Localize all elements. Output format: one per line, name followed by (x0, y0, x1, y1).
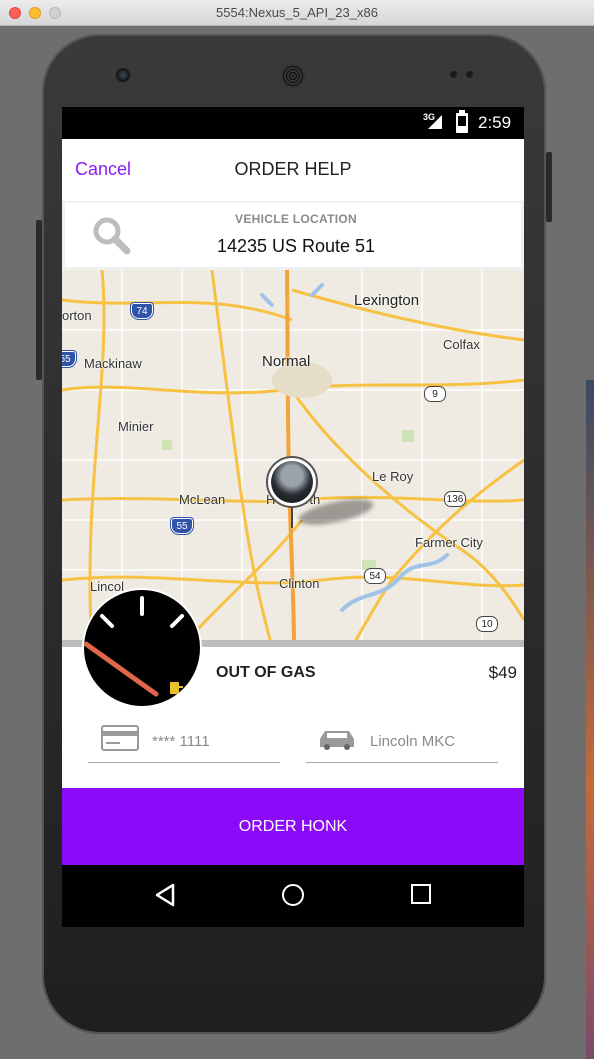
map-place-colfax: Colfax (443, 337, 480, 352)
proximity-sensor (450, 71, 457, 78)
map-place-mclean: McLean (179, 492, 226, 507)
front-camera (116, 68, 130, 82)
route-74-shield: 74 (131, 303, 153, 319)
vehicle-location-bar: VEHICLE LOCATION 14235 US Route 51 (62, 201, 524, 270)
home-icon[interactable] (282, 884, 304, 906)
order-honk-button[interactable]: ORDER HONK (62, 788, 524, 865)
route-136-shield: 136 (444, 491, 466, 507)
credit-card-icon (101, 725, 139, 751)
service-price: $49 (488, 663, 517, 682)
phone-screen: 3G 2:59 Cancel ORDER HELP VEHICLE LOCATI… (62, 107, 524, 927)
route-55-south-shield: 55 (171, 518, 193, 534)
status-bar: 3G 2:59 (62, 107, 524, 139)
android-nav-bar (62, 865, 524, 927)
app-header: Cancel ORDER HELP (62, 139, 524, 201)
map-place-normal: Normal (262, 353, 311, 370)
payment-card-number: **** 1111 (152, 733, 210, 750)
pin-stem (291, 508, 293, 528)
payment-method-field[interactable]: **** 1111 (88, 717, 280, 763)
map-place-minier: Minier (118, 419, 154, 434)
page-title: ORDER HELP (234, 159, 352, 179)
vehicle-name: Lincoln MKC (370, 733, 456, 750)
map-place-lexington: Lexington (354, 292, 420, 309)
battery-icon (456, 110, 468, 133)
recents-icon[interactable] (411, 884, 431, 904)
map-place-orton: orton (62, 308, 92, 323)
window-titlebar: 5554:Nexus_5_API_23_x86 (0, 0, 594, 26)
route-9-shield: 9 (424, 386, 446, 402)
vehicle-location-card[interactable]: VEHICLE LOCATION 14235 US Route 51 (65, 203, 521, 267)
route-10-shield: 10 (476, 616, 498, 632)
vehicle-select-field[interactable]: Lincoln MKC (306, 717, 498, 763)
vehicle-location-address[interactable]: 14235 US Route 51 (115, 236, 477, 257)
service-name: OUT OF GAS (216, 664, 316, 681)
signal-icon (428, 115, 442, 129)
window-title: 5554:Nexus_5_API_23_x86 (216, 5, 378, 20)
status-clock: 2:59 (478, 113, 512, 132)
map-place-farmer-city: Farmer City (415, 535, 483, 550)
vehicle-location-pin[interactable] (266, 456, 318, 508)
map-place-clinton: Clinton (279, 576, 320, 591)
earpiece-speaker (281, 64, 305, 88)
map-place-mackinaw: Mackinaw (84, 356, 142, 371)
map-place-le-roy: Le Roy (372, 469, 414, 484)
volume-button (36, 220, 42, 380)
power-button (546, 152, 552, 222)
light-sensor (466, 71, 473, 78)
route-54-shield: 54 (364, 568, 386, 584)
fuel-gauge-icon (82, 588, 202, 708)
desktop-wallpaper-strip (586, 380, 594, 1059)
back-icon[interactable] (154, 883, 176, 907)
car-icon (320, 731, 354, 750)
car-photo-icon (271, 461, 313, 503)
vehicle-location-label: VEHICLE LOCATION (235, 212, 357, 226)
